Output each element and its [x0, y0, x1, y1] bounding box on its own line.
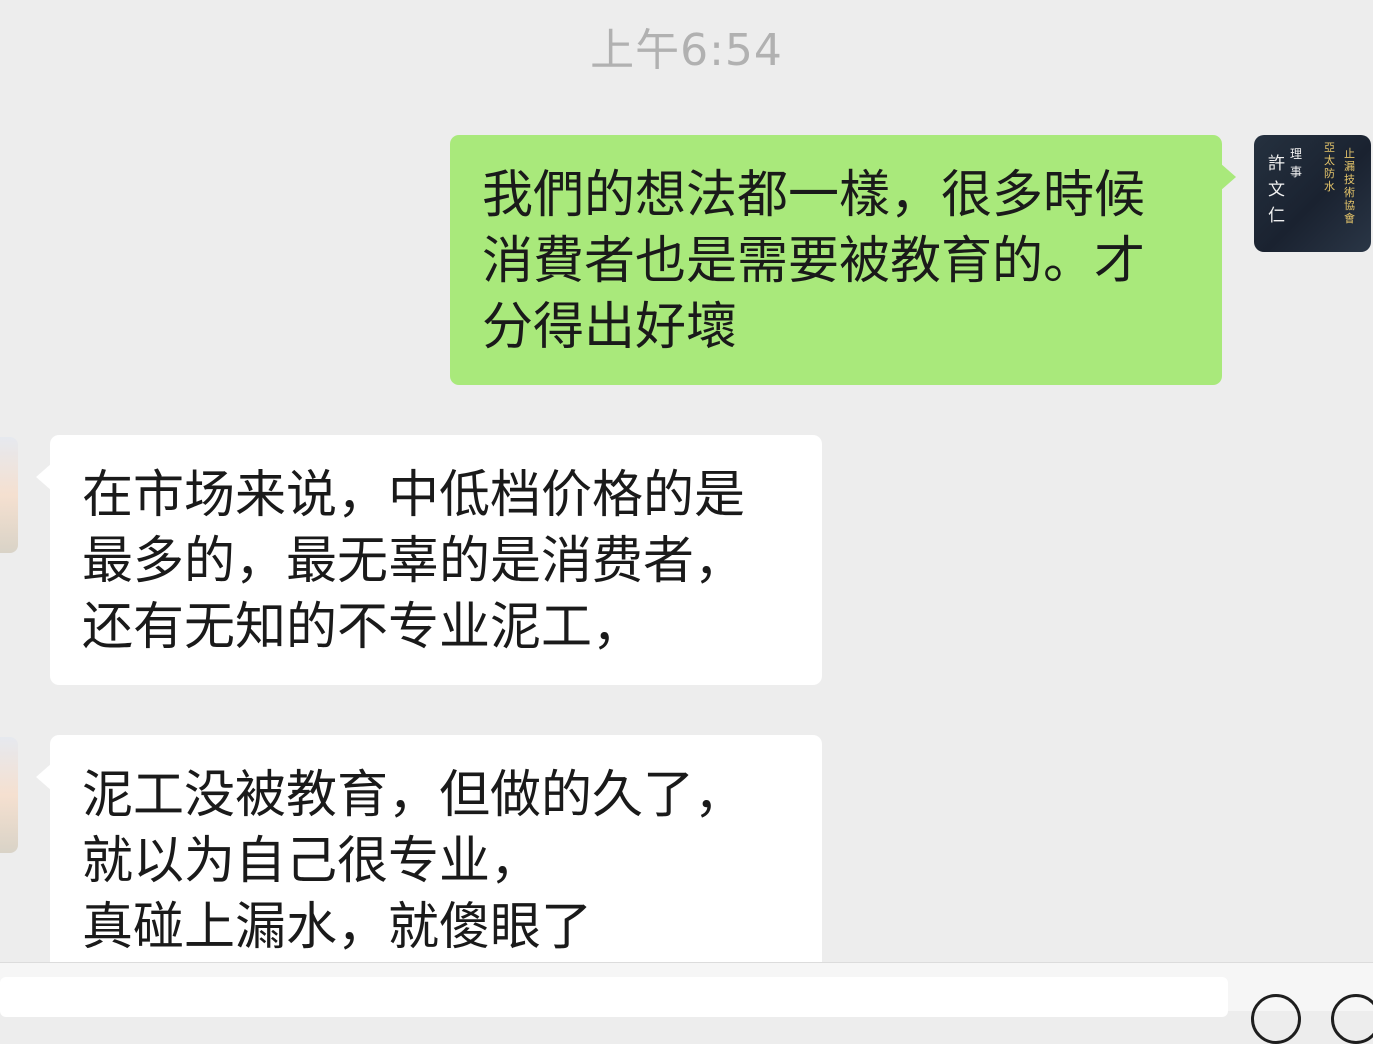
message-input[interactable]: [0, 977, 1228, 1017]
avatar-name-text: 許文仁: [1268, 154, 1285, 226]
contact-avatar[interactable]: [0, 737, 18, 853]
message-bubble-received[interactable]: 泥工没被教育，但做的久了， 就以为自己很专业， 真碰上漏水，就傻眼了: [36, 735, 822, 975]
message-bubble-received[interactable]: 在市场来说，中低档价格的是 最多的，最无辜的是消费者， 还有无知的不专业泥工，: [36, 435, 822, 685]
message-bubble-sent[interactable]: 我們的想法都一樣，很多時候 消費者也是需要被教育的。才 分得出好壞: [450, 135, 1236, 385]
contact-avatar[interactable]: [0, 437, 18, 553]
my-avatar[interactable]: 許文仁 理事 亞太防水 止漏技術協會: [1254, 135, 1371, 252]
avatar-assoc-text-1: 亞太防水: [1324, 141, 1335, 193]
emoji-icon[interactable]: [1251, 994, 1301, 1044]
plus-circle-icon[interactable]: [1331, 994, 1373, 1044]
avatar-title-text: 理事: [1290, 147, 1303, 179]
avatar-assoc-text-2: 止漏技術協會: [1344, 147, 1355, 225]
message-timestamp: 上午6:54: [590, 25, 783, 76]
